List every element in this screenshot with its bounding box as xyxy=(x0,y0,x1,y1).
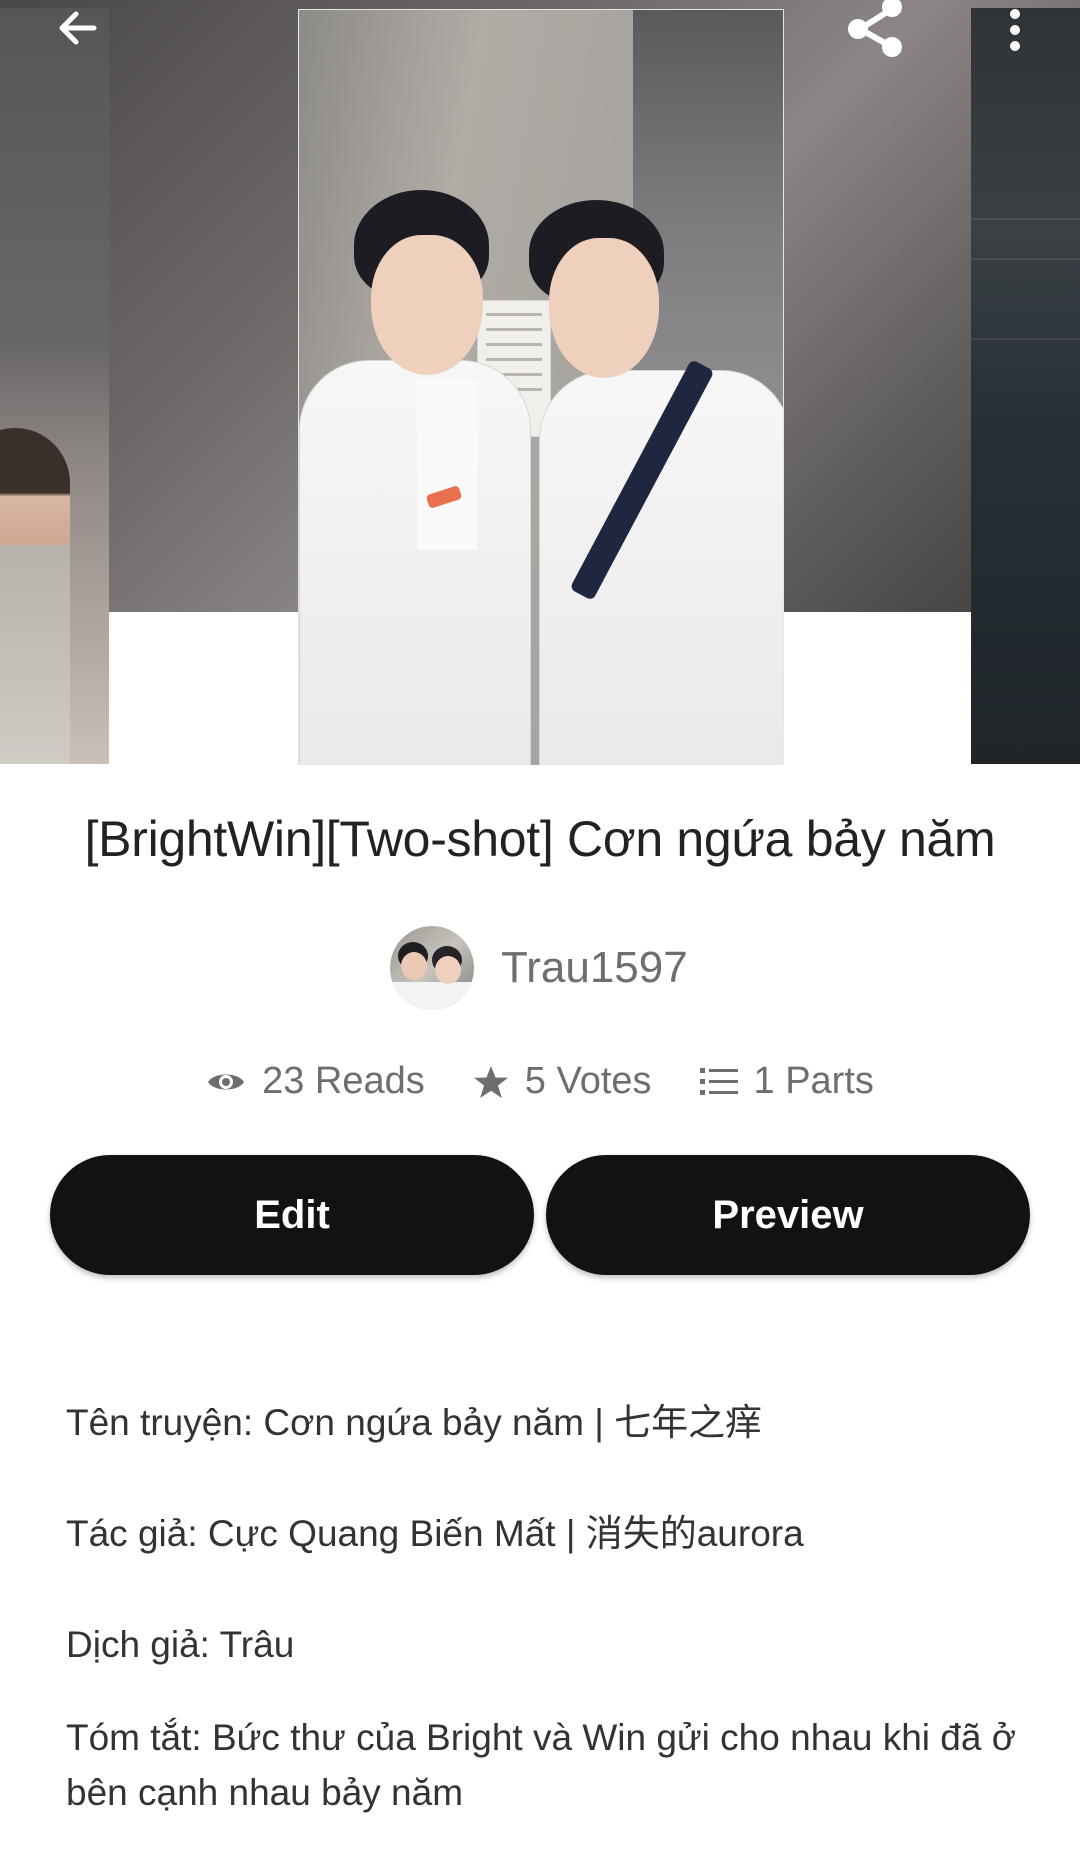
avatar[interactable] xyxy=(390,926,474,1010)
cover-carousel[interactable] xyxy=(0,0,1080,765)
preview-button[interactable]: Preview xyxy=(546,1155,1030,1275)
reads-count: 23 Reads xyxy=(262,1060,425,1102)
description-translator-line: Dịch giả: Trâu xyxy=(66,1624,295,1665)
previous-cover[interactable] xyxy=(0,8,109,764)
list-icon xyxy=(699,1067,738,1095)
eye-icon xyxy=(208,1074,245,1089)
next-cover[interactable] xyxy=(971,8,1080,764)
description-summary-line: Tóm tắt: Bức thư của Bright và Win gửi c… xyxy=(66,1717,1016,1813)
share-icon xyxy=(848,0,902,57)
votes-stat: 5 Votes xyxy=(473,1060,652,1103)
author-link[interactable]: Trau1597 xyxy=(390,925,688,1011)
more-vertical-icon xyxy=(1010,9,1020,51)
back-button[interactable] xyxy=(48,0,108,58)
description-title-line: Tên truyện: Cơn ngứa bảy năm | 七年之痒 xyxy=(66,1402,763,1443)
description-author-line: Tác giả: Cực Quang Biến Mất | 消失的aurora xyxy=(66,1513,804,1554)
edit-button[interactable]: Edit xyxy=(50,1155,534,1275)
star-icon xyxy=(473,1065,508,1098)
story-cover-image xyxy=(298,9,784,765)
story-stats: 23 Reads 5 Votes 1 Parts xyxy=(0,1060,1080,1103)
arrow-left-icon xyxy=(59,11,97,45)
parts-stat: 1 Parts xyxy=(699,1060,874,1103)
previous-cover-image xyxy=(0,428,70,764)
votes-count: 5 Votes xyxy=(524,1060,652,1102)
reads-stat: 23 Reads xyxy=(206,1060,425,1103)
share-button[interactable] xyxy=(840,0,910,57)
more-options-button[interactable] xyxy=(995,0,1035,58)
action-buttons: Edit Preview xyxy=(50,1155,1030,1275)
author-name[interactable]: Trau1597 xyxy=(501,943,688,993)
parts-count: 1 Parts xyxy=(753,1060,874,1102)
story-title: [BrightWin][Two-shot] Cơn ngứa bảy năm xyxy=(84,811,996,867)
